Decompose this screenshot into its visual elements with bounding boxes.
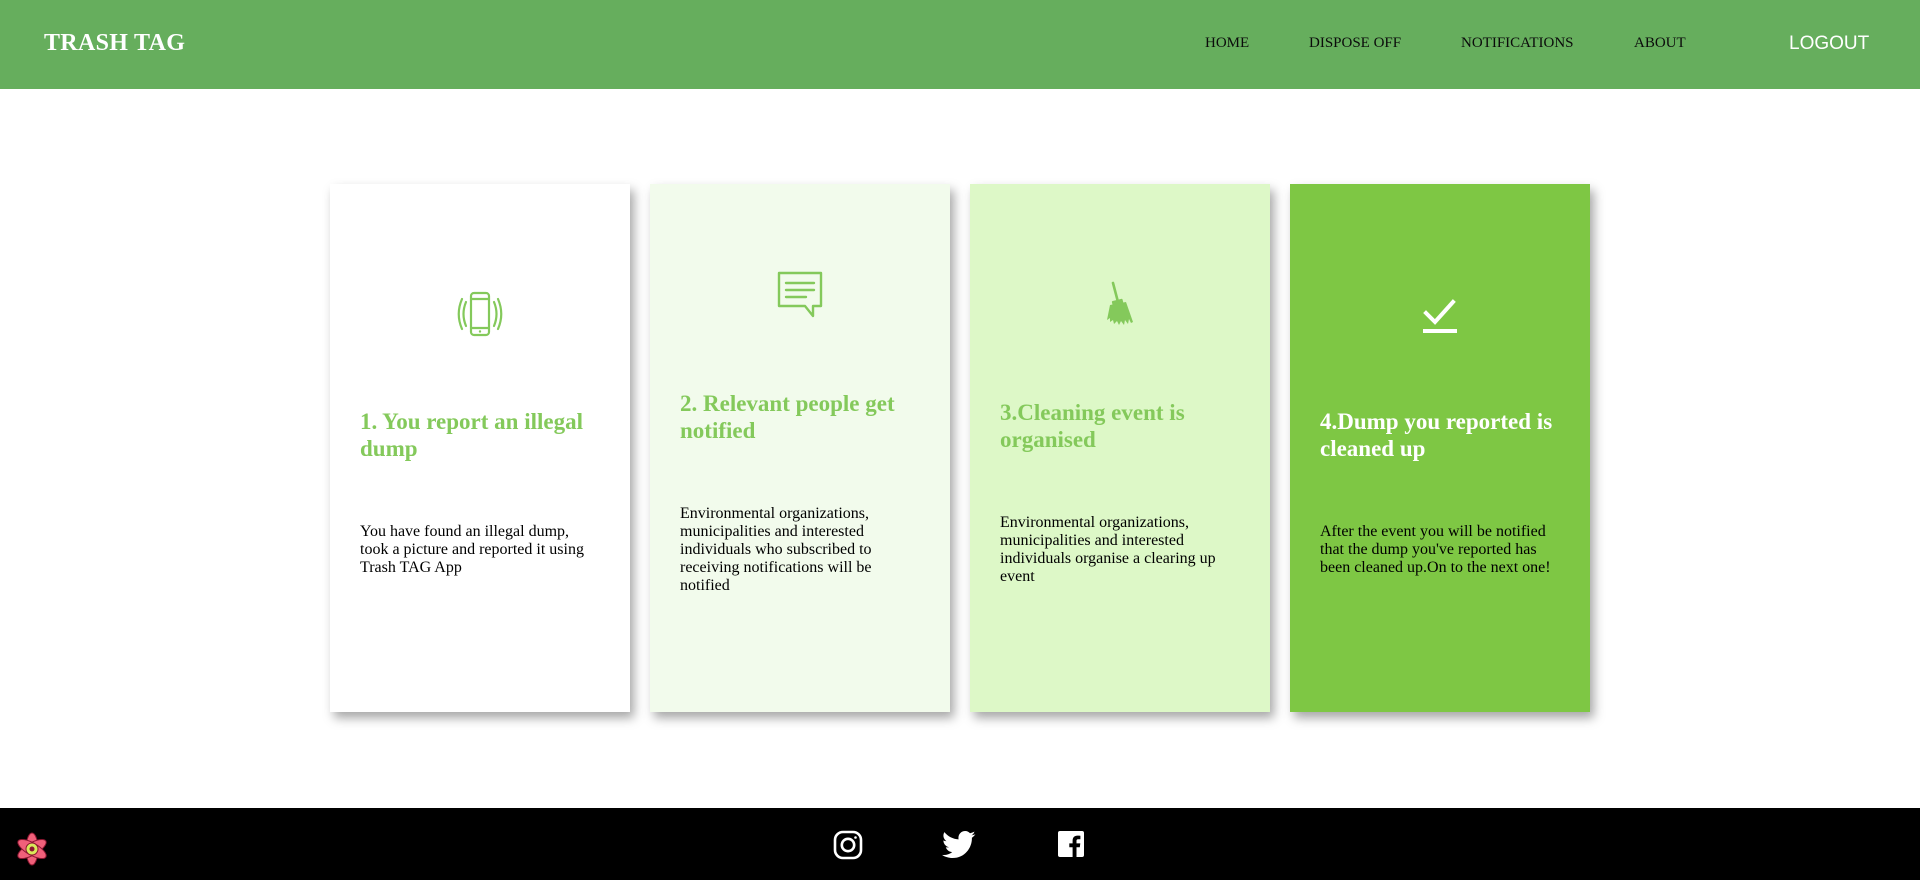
step-card-report: 1. You report an illegal dump You have f… <box>330 184 630 712</box>
twitter-icon[interactable] <box>942 830 976 865</box>
step-description: Environmental organizations, municipalit… <box>1000 514 1216 585</box>
footer <box>0 808 1920 880</box>
instagram-icon[interactable] <box>833 830 863 865</box>
top-navbar: TRASH TAG HOME DISPOSE OFF NOTIFICATIONS… <box>0 0 1920 89</box>
step-title: 2. Relevant people get notified <box>680 391 895 443</box>
step-card-notified: 2. Relevant people get notified Environm… <box>650 184 950 712</box>
nav-home[interactable]: HOME <box>1205 35 1249 52</box>
message-icon <box>650 270 950 318</box>
logout-button[interactable]: LOGOUT <box>1789 33 1869 55</box>
checkmark-icon <box>1290 296 1590 336</box>
step-description: You have found an illegal dump, took a p… <box>360 523 584 576</box>
nav-notifications[interactable]: NOTIFICATIONS <box>1461 35 1574 52</box>
step-card-cleaning-event: 3.Cleaning event is organised Environmen… <box>970 184 1270 712</box>
step-description: Environmental organizations, municipalit… <box>680 505 872 594</box>
step-description: After the event you will be notified tha… <box>1320 523 1551 576</box>
nav-dispose-off[interactable]: DISPOSE OFF <box>1309 35 1401 52</box>
react-logo-icon[interactable] <box>12 829 52 869</box>
facebook-icon[interactable] <box>1057 830 1085 863</box>
step-card-cleaned-up: 4.Dump you reported is cleaned up After … <box>1290 184 1590 712</box>
nav-about[interactable]: ABOUT <box>1634 35 1686 52</box>
vibrating-phone-icon <box>330 290 630 338</box>
broom-icon <box>970 280 1270 328</box>
step-title: 4.Dump you reported is cleaned up <box>1320 409 1553 461</box>
step-title: 3.Cleaning event is organised <box>1000 400 1185 452</box>
step-title: 1. You report an illegal dump <box>360 409 583 461</box>
brand-logo[interactable]: TRASH TAG <box>44 30 185 57</box>
